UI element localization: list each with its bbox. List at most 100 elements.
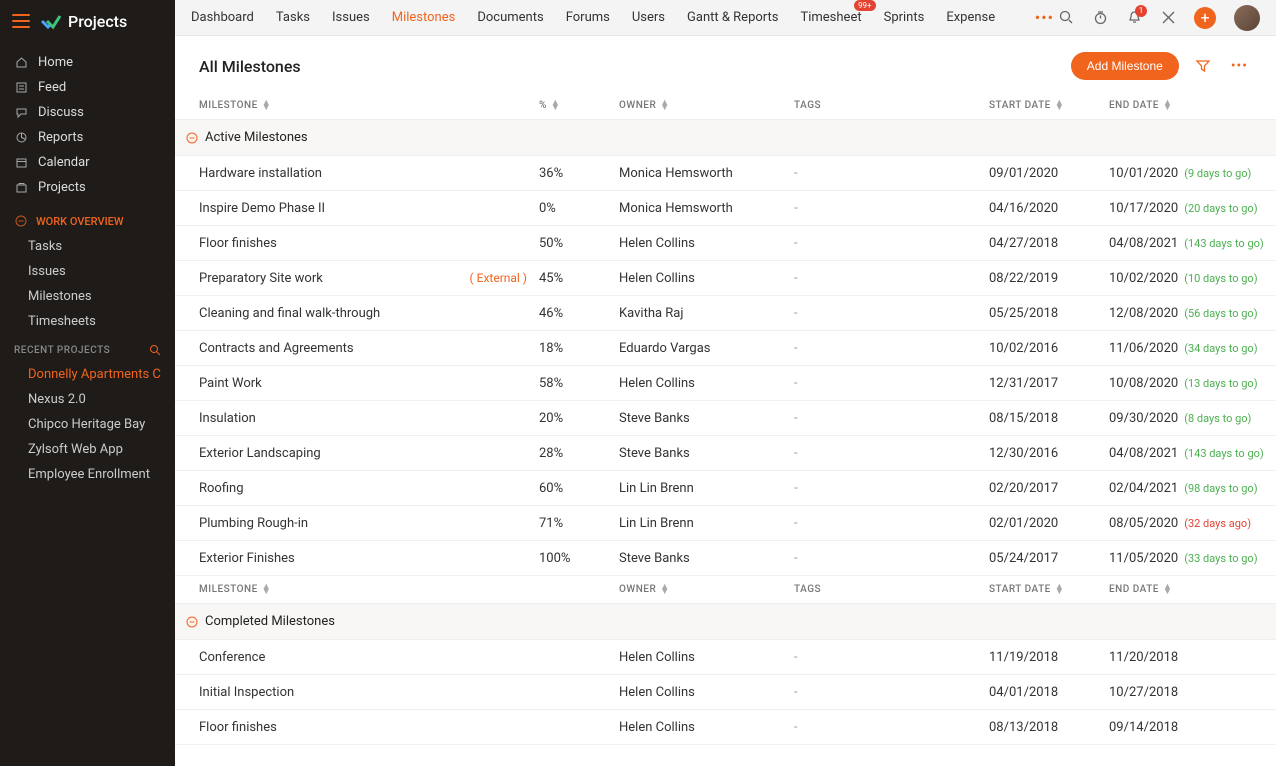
sort-icon: ▲▼ [1163,101,1172,111]
collapse-icon[interactable] [185,132,199,144]
table-row[interactable]: Inspire Demo Phase II 0% Monica Hemswort… [175,191,1276,226]
milestone-name: Inspire Demo Phase II [199,201,325,216]
cell-owner: Lin Lin Brenn [619,481,794,496]
tab-tasks[interactable]: Tasks [276,6,310,29]
table-row[interactable]: Hardware installation 36% Monica Hemswor… [175,156,1276,191]
tab-documents[interactable]: Documents [477,6,543,29]
cell-percent: 45% [539,271,619,286]
cell-percent: 100% [539,551,619,566]
tab-milestones[interactable]: Milestones [392,6,456,29]
table-row[interactable]: Roofing 60% Lin Lin Brenn - 02/20/2017 0… [175,471,1276,506]
search-icon[interactable] [1058,10,1074,26]
sort-icon: ▲▼ [660,585,669,595]
group-header[interactable]: Active Milestones [175,120,1276,156]
th-percent[interactable]: %▲▼ [539,100,619,111]
table-row[interactable]: Floor finishes 50% Helen Collins - 04/27… [175,226,1276,261]
table-row[interactable]: Plumbing Rough-in 71% Lin Lin Brenn - 02… [175,506,1276,541]
milestone-name: Exterior Finishes [199,551,295,566]
sidebar-item-milestones[interactable]: Milestones [0,284,175,309]
cell-tags: - [794,446,989,461]
cell-tags: - [794,411,989,426]
th-end[interactable]: END DATE▲▼ [1109,584,1252,595]
days-remaining: (32 days ago) [1184,517,1251,530]
timer-icon[interactable] [1092,10,1108,26]
tab-sprints[interactable]: Sprints [884,6,925,29]
global-add-button[interactable]: + [1194,7,1216,29]
cell-percent: 28% [539,446,619,461]
th-end[interactable]: END DATE▲▼ [1109,100,1252,111]
recent-project-item[interactable]: Employee Enrollment [0,462,175,487]
sidebar-item-tasks[interactable]: Tasks [0,234,175,259]
sidebar-item-projects[interactable]: Projects [0,175,175,200]
table-row[interactable]: Floor finishes Helen Collins - 08/13/201… [175,710,1276,745]
feed-icon [14,81,28,95]
days-remaining: (34 days to go) [1184,342,1257,355]
nav-label: Projects [38,180,86,195]
sidebar-item-home[interactable]: Home [0,50,175,75]
recent-project-item[interactable]: Chipco Heritage Bay [0,412,175,437]
more-icon[interactable]: ••• [1227,54,1252,78]
sidebar-item-calendar[interactable]: Calendar [0,150,175,175]
milestone-name: Exterior Landscaping [199,446,321,461]
collapse-icon[interactable] [185,616,199,628]
table-row[interactable]: Initial Inspection Helen Collins - 04/01… [175,675,1276,710]
cell-start: 08/22/2019 [989,271,1109,286]
table-row[interactable]: Contracts and Agreements 18% Eduardo Var… [175,331,1276,366]
days-remaining: (56 days to go) [1184,307,1257,320]
table-row[interactable]: Paint Work 58% Helen Collins - 12/31/201… [175,366,1276,401]
th-milestone[interactable]: MILESTONE▲▼ [199,584,539,595]
cell-tags: - [794,271,989,286]
milestone-table: MILESTONE▲▼ %▲▼ OWNER▲▼ TAGS START DATE▲… [175,92,1276,766]
group-header[interactable]: Completed Milestones [175,604,1276,640]
tools-icon[interactable] [1160,10,1176,26]
cell-percent: 18% [539,341,619,356]
cell-owner: Helen Collins [619,650,794,665]
sidebar-item-reports[interactable]: Reports [0,125,175,150]
cell-tags: - [794,551,989,566]
search-icon[interactable] [149,344,161,356]
cell-end-date: 10/08/2020 [1109,376,1178,391]
tab-expense[interactable]: Expense [946,6,995,29]
th-start[interactable]: START DATE▲▼ [989,100,1109,111]
content-header: All Milestones Add Milestone ••• [175,36,1276,92]
recent-project-item[interactable]: Donnelly Apartments C [0,362,175,387]
th-owner[interactable]: OWNER▲▼ [619,100,794,111]
th-tags[interactable]: TAGS [794,100,989,111]
notification-badge: 1 [1135,5,1147,17]
table-row[interactable]: Preparatory Site work( External ) 45% He… [175,261,1276,296]
cell-owner: Helen Collins [619,685,794,700]
table-row[interactable]: Conference Helen Collins - 11/19/2018 11… [175,640,1276,675]
tab-issues[interactable]: Issues [332,6,370,29]
app-logo[interactable]: Projects [40,10,127,32]
table-row[interactable]: Exterior Landscaping 28% Steve Banks - 1… [175,436,1276,471]
cell-tags: - [794,481,989,496]
tab-users[interactable]: Users [632,6,665,29]
sidebar-item-discuss[interactable]: Discuss [0,100,175,125]
table-row[interactable]: Insulation 20% Steve Banks - 08/15/2018 … [175,401,1276,436]
sidebar-item-timesheets[interactable]: Timesheets [0,309,175,334]
tabs-more-icon[interactable]: ••• [1035,8,1054,27]
table-row[interactable]: Exterior Finishes 100% Steve Banks - 05/… [175,541,1276,576]
th-milestone[interactable]: MILESTONE▲▼ [199,100,539,111]
th-owner[interactable]: OWNER▲▼ [619,584,794,595]
sidebar-section-work-overview[interactable]: WORK OVERVIEW [0,208,175,234]
tab-dashboard[interactable]: Dashboard [191,6,254,29]
table-row[interactable]: Cleaning and final walk-through 46% Kavi… [175,296,1276,331]
th-start[interactable]: START DATE▲▼ [989,584,1109,595]
th-tags[interactable]: TAGS [794,584,989,595]
bell-icon[interactable]: 1 [1126,10,1142,26]
tab-timesheet[interactable]: Timesheet99+ [800,6,861,29]
add-milestone-button[interactable]: Add Milestone [1071,52,1179,80]
milestone-name: Cleaning and final walk-through [199,306,380,321]
reports-icon [14,131,28,145]
sidebar-item-issues[interactable]: Issues [0,259,175,284]
filter-icon[interactable] [1191,54,1215,78]
tab-gantt-reports[interactable]: Gantt & Reports [687,6,778,29]
recent-project-item[interactable]: Nexus 2.0 [0,387,175,412]
hamburger-menu-icon[interactable] [12,14,30,28]
sidebar-item-feed[interactable]: Feed [0,75,175,100]
nav-label: Reports [38,130,83,145]
recent-project-item[interactable]: Zylsoft Web App [0,437,175,462]
tab-forums[interactable]: Forums [566,6,610,29]
user-avatar[interactable] [1234,5,1260,31]
